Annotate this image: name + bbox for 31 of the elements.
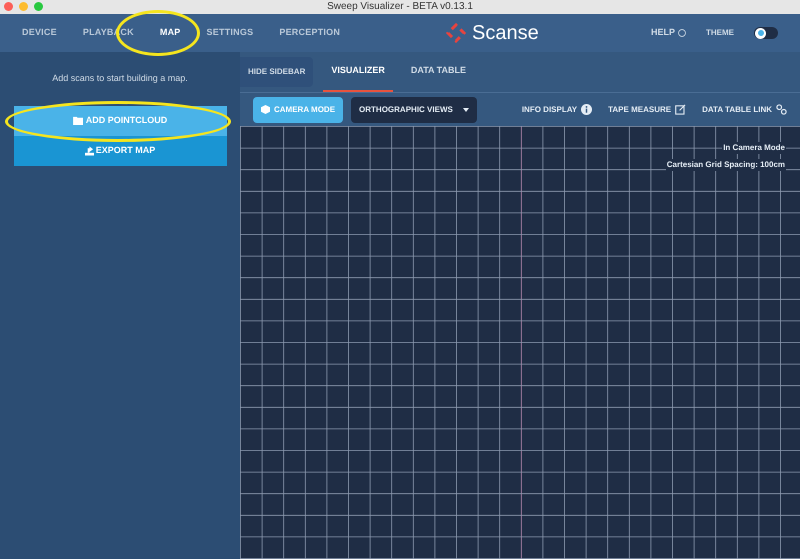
folder-icon [72, 116, 84, 125]
canvas-info-text: In Camera Mode [722, 142, 786, 154]
view-tab[interactable]: DATA TABLE [402, 52, 474, 92]
logo-icon [446, 23, 466, 43]
edit-icon [675, 104, 686, 115]
minimize-button[interactable] [19, 2, 28, 11]
toolbar-link[interactable]: TAPE MEASURE [608, 104, 686, 116]
link-icon [776, 104, 787, 115]
window-title: Sweep Visualizer - BETA v0.13.1 [327, 2, 473, 12]
info-icon [581, 104, 592, 115]
logo-text: Scanse [472, 23, 539, 43]
cube-icon [261, 105, 270, 114]
help-icon [678, 29, 686, 37]
export-icon [84, 146, 94, 156]
nav-tab[interactable]: MAP [160, 26, 181, 40]
theme-label: THEME [706, 27, 734, 39]
zoom-button[interactable] [34, 2, 43, 11]
caret-icon [462, 108, 469, 112]
toolbar-link[interactable]: DATA TABLE LINK [702, 104, 787, 116]
sidebar-message: Add scans to start building a map. [52, 72, 188, 85]
close-button[interactable] [4, 2, 13, 11]
sidebar-button[interactable]: EXPORT MAP [14, 136, 226, 166]
nav-tab[interactable]: PERCEPTION [279, 26, 340, 40]
views-dropdown[interactable]: ORTHOGRAPHIC VIEWS [351, 96, 477, 122]
toolbar-link[interactable]: INFO DISPLAY [522, 104, 592, 116]
nav-tab[interactable]: SETTINGS [206, 26, 254, 40]
nav-tab[interactable]: DEVICE [22, 26, 57, 40]
help-link[interactable]: HELP [650, 26, 686, 40]
theme-toggle[interactable] [754, 27, 778, 39]
hide-sidebar-button[interactable]: HIDE SIDEBAR [240, 57, 314, 87]
canvas-info-text: Cartesian Grid Spacing: 100cm [666, 159, 786, 171]
